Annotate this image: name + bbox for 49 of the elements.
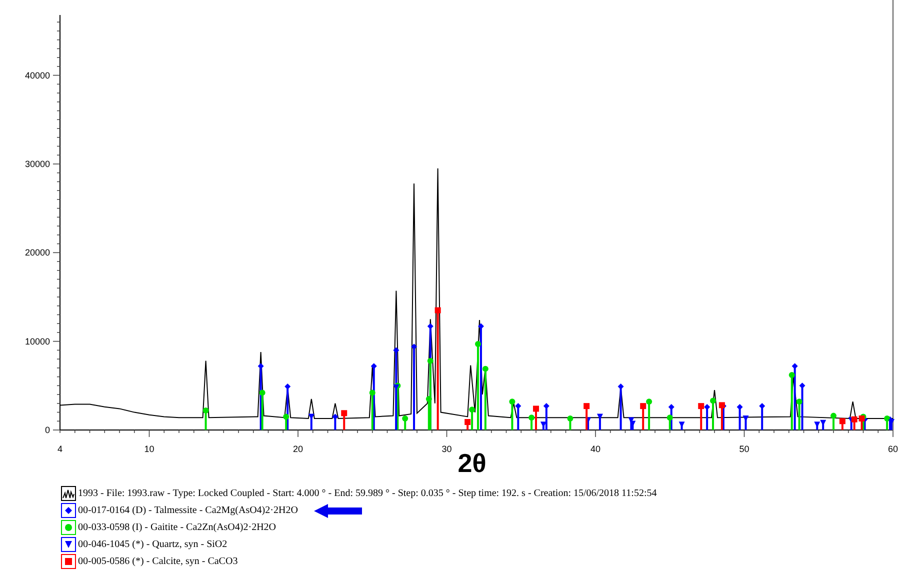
y-tick-label: 20000 (24, 248, 50, 258)
x-tick-label: 20 (293, 444, 303, 454)
y-tick-label: 10000 (24, 336, 50, 346)
point (851, 416, 858, 422)
point (434, 307, 441, 314)
y-tick-label: 30000 (24, 158, 50, 169)
point (202, 407, 209, 414)
point (839, 418, 846, 424)
y-tick-label: 0 (44, 425, 50, 435)
x-tick-label: 50 (739, 444, 750, 454)
point (788, 372, 795, 378)
point (482, 366, 488, 372)
x-tick-label: 10 (144, 444, 154, 454)
point (710, 398, 716, 404)
legend-entry: 00-017-0164 (D) - Talmessite - Ca2Mg(AsO4)2·2H2O (78, 505, 298, 516)
legend-entry: 1993 - File: 1993.raw - Type: Locked Coupled - Start: 4.000 ° - End: 59.989 ° - Step: 0.035 ° - Step time: 192. s - Creation: 15/06/2018 11:52:54 (78, 488, 657, 499)
point (509, 398, 516, 405)
x-tick-label: 40 (590, 444, 600, 454)
point (646, 398, 652, 405)
point (666, 414, 673, 421)
point (796, 398, 802, 405)
point (698, 403, 704, 410)
point (259, 390, 266, 396)
point (567, 415, 574, 422)
point (369, 390, 376, 396)
point (884, 415, 890, 422)
legend-entry: 00-033-0598 (I) - Gaitite - Ca2Zn(AsO4)2·2H2O (78, 522, 276, 533)
y-tick-label: 40000 (24, 70, 50, 80)
x-tick-label: 30 (442, 444, 452, 454)
legend-entry: 00-005-0586 (*) - Calcite, syn - CaCO3 (78, 556, 238, 567)
point (341, 410, 348, 416)
point (283, 414, 290, 420)
point (533, 406, 539, 412)
point (704, 404, 710, 410)
point (584, 403, 590, 410)
x-tick-label: 60 (888, 444, 898, 454)
point (469, 406, 476, 413)
point (528, 414, 535, 421)
point (736, 404, 743, 410)
x-tick-label: 4 (58, 444, 62, 454)
point (464, 419, 471, 426)
point (427, 358, 434, 364)
point (830, 412, 836, 419)
legend-entry: 00-046-1045 (*) - Quartz, syn - SiO2 (78, 539, 228, 550)
x-axis-label: 2θ (458, 448, 486, 478)
point (402, 415, 408, 422)
point (474, 340, 481, 347)
point (668, 404, 674, 410)
point (640, 403, 646, 410)
